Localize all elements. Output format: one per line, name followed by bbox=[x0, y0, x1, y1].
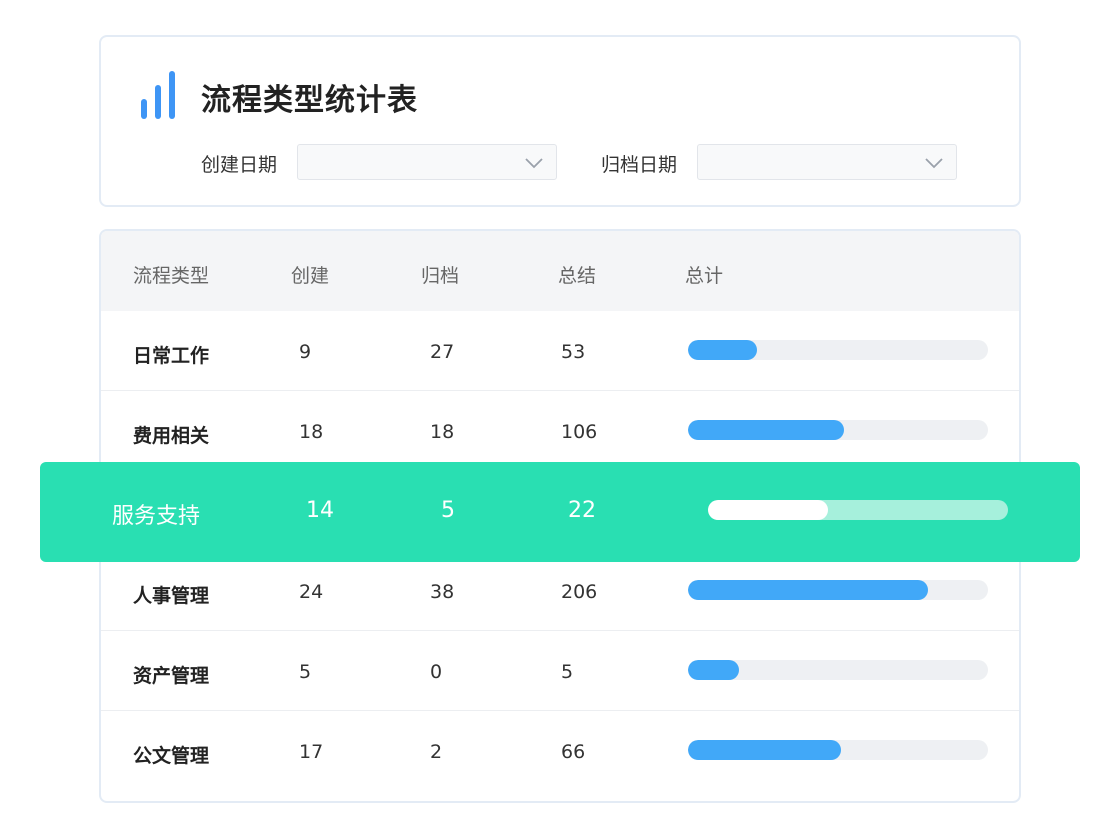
row-summary: 66 bbox=[561, 741, 586, 763]
created-date-label: 创建日期 bbox=[201, 154, 278, 176]
created-date-select[interactable] bbox=[297, 144, 557, 180]
total-progress-bar bbox=[688, 660, 988, 680]
total-progress-bar bbox=[688, 580, 988, 600]
total-progress-fill bbox=[688, 420, 844, 440]
row-created: 18 bbox=[299, 421, 324, 443]
table-row[interactable]: 人事管理 24 38 206 bbox=[101, 551, 1019, 631]
column-header-type: 流程类型 bbox=[133, 265, 210, 287]
total-progress-fill bbox=[688, 580, 928, 600]
row-archived: 2 bbox=[430, 741, 443, 763]
row-created: 24 bbox=[299, 581, 324, 603]
row-summary: 106 bbox=[561, 421, 598, 443]
total-progress-fill bbox=[688, 660, 739, 680]
table-row[interactable]: 资产管理 5 0 5 bbox=[101, 631, 1019, 711]
column-header-summary: 总结 bbox=[558, 265, 597, 287]
row-archived: 5 bbox=[441, 498, 455, 523]
table-header: 流程类型 创建 归档 总结 总计 bbox=[101, 231, 1019, 311]
total-progress-fill bbox=[688, 740, 841, 760]
table-row[interactable]: 日常工作 9 27 53 bbox=[101, 311, 1019, 391]
row-created: 5 bbox=[299, 661, 312, 683]
archived-date-select[interactable] bbox=[697, 144, 957, 180]
archived-date-label: 归档日期 bbox=[601, 154, 678, 176]
total-progress-bar bbox=[688, 420, 988, 440]
total-progress-fill bbox=[688, 340, 757, 360]
row-archived: 18 bbox=[430, 421, 455, 443]
row-type: 资产管理 bbox=[133, 665, 210, 687]
total-progress-fill bbox=[708, 500, 828, 520]
row-created: 17 bbox=[299, 741, 324, 763]
row-summary: 5 bbox=[561, 661, 574, 683]
column-header-total: 总计 bbox=[685, 265, 724, 287]
row-type: 人事管理 bbox=[133, 585, 210, 607]
row-summary: 206 bbox=[561, 581, 598, 603]
column-header-archived: 归档 bbox=[421, 265, 460, 287]
bar-chart-icon bbox=[141, 69, 181, 119]
chevron-down-icon bbox=[525, 158, 543, 169]
table-row-highlighted[interactable]: 服务支持 14 5 22 bbox=[40, 462, 1080, 562]
page-title: 流程类型统计表 bbox=[201, 83, 418, 118]
row-archived: 38 bbox=[430, 581, 455, 603]
total-progress-bar bbox=[708, 500, 1008, 520]
filter-card: 流程类型统计表 创建日期 归档日期 bbox=[99, 35, 1021, 207]
row-created: 9 bbox=[299, 341, 312, 363]
row-type: 服务支持 bbox=[112, 504, 201, 529]
row-archived: 0 bbox=[430, 661, 443, 683]
column-header-created: 创建 bbox=[291, 265, 330, 287]
row-archived: 27 bbox=[430, 341, 455, 363]
total-progress-bar bbox=[688, 340, 988, 360]
row-type: 费用相关 bbox=[133, 425, 210, 447]
row-summary: 53 bbox=[561, 341, 586, 363]
total-progress-bar bbox=[688, 740, 988, 760]
table-row[interactable]: 费用相关 18 18 106 bbox=[101, 391, 1019, 471]
row-type: 日常工作 bbox=[133, 345, 210, 367]
row-type: 公文管理 bbox=[133, 745, 210, 767]
row-created: 14 bbox=[306, 498, 334, 523]
chevron-down-icon bbox=[925, 158, 943, 169]
table-row[interactable]: 公文管理 17 2 66 bbox=[101, 711, 1019, 791]
row-summary: 22 bbox=[568, 498, 596, 523]
